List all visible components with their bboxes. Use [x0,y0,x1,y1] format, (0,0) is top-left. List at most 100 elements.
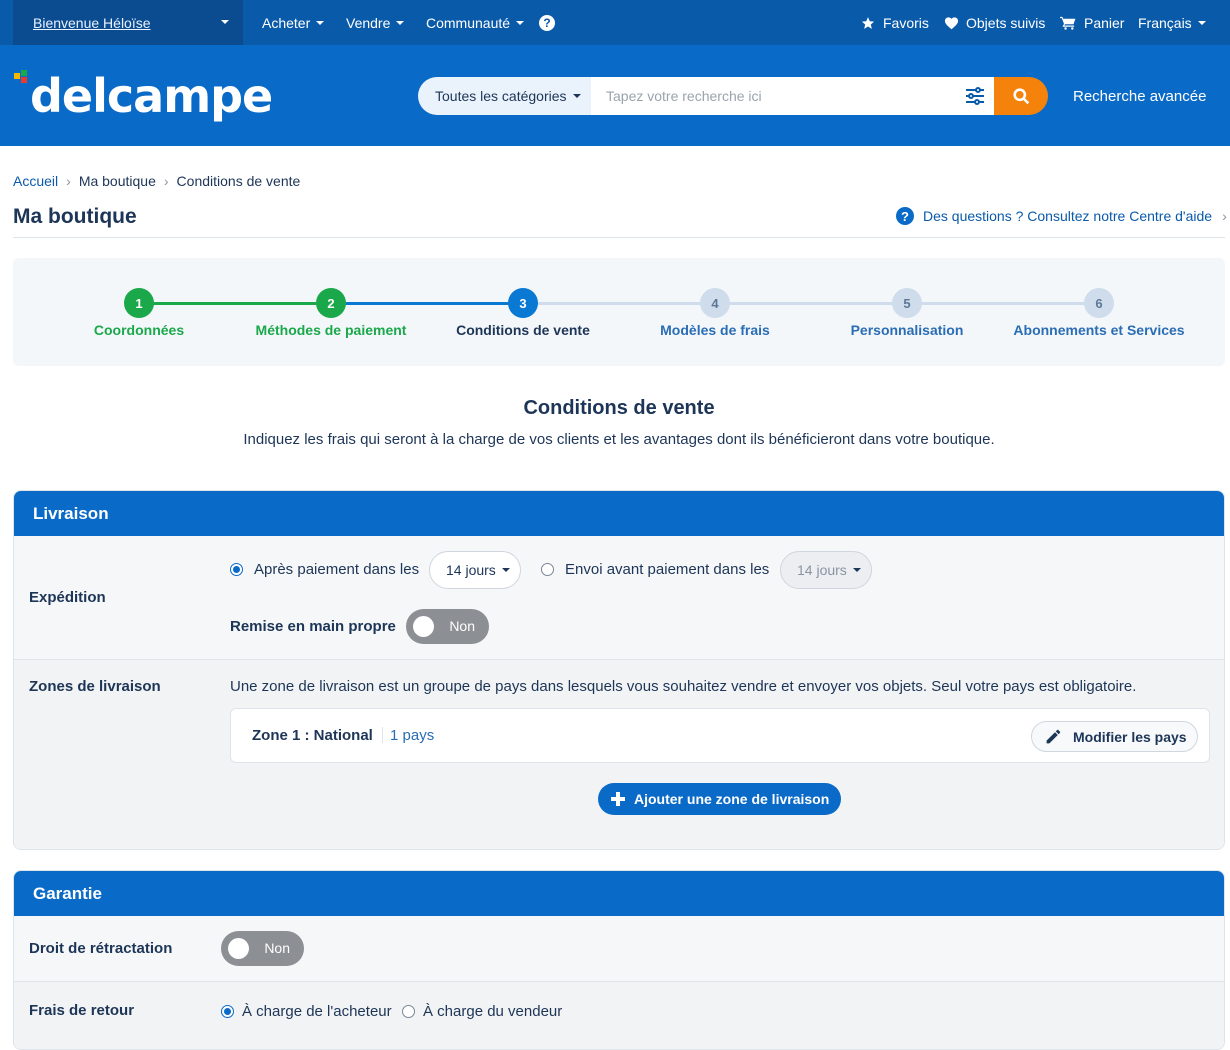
option-charge-vendeur[interactable]: À charge du vendeur [402,1003,562,1020]
logo-text: delcampe [30,69,273,123]
option-envoi-avant[interactable]: Envoi avant paiement dans les [541,561,769,578]
delay-select-2-value: 14 jours [797,562,847,578]
language-menu[interactable]: Français [1138,0,1206,45]
divider [13,237,1225,238]
option-charge-acheteur[interactable]: À charge de l'acheteur [221,1003,392,1020]
objets-suivis-link[interactable]: Objets suivis [944,0,1045,45]
chevron-down-icon [1197,20,1206,25]
radio-selected[interactable] [230,563,243,576]
radio-unselected[interactable] [402,1005,415,1018]
category-select-label: Toutes les catégories [435,88,567,104]
option-apres-paiement[interactable]: Après paiement dans les [230,561,419,578]
search-input[interactable]: Tapez votre recherche ici [591,77,994,115]
step-5-number: 5 [892,288,922,318]
option-charge-acheteur-label: À charge de l'acheteur [242,1003,392,1020]
modify-countries-label: Modifier les pays [1073,728,1187,745]
logo-square [14,73,20,79]
option-charge-vendeur-label: À charge du vendeur [423,1003,563,1020]
nav-label: Vendre [346,14,391,31]
step-1-label[interactable]: Coordonnées [39,322,239,338]
expedition-row: Expédition Après paiement dans les 14 jo… [14,536,1224,659]
question-icon: ? [896,207,914,225]
option-envoi-avant-label: Envoi avant paiement dans les [565,561,770,578]
help-center-link[interactable]: ? Des questions ? Consultez notre Centre… [896,207,1227,225]
help-icon: ? [539,14,555,31]
chevron-down-icon [852,568,861,572]
welcome-menu[interactable]: Bienvenue Héloïse [13,0,243,45]
radio-selected[interactable] [221,1005,234,1018]
favoris-link[interactable]: Favoris [861,0,929,45]
nav-communaute[interactable]: Communauté [426,0,525,45]
breadcrumb-accueil[interactable]: Accueil [13,173,58,189]
breadcrumb: Accueil › Ma boutique › Conditions de vente [13,173,300,189]
breadcrumb-separator-icon: › [163,173,169,189]
cart-icon [1060,16,1076,30]
delay-select-1[interactable]: 14 jours [429,551,521,589]
nav-acheter[interactable]: Acheter [262,0,325,45]
toggle-knob [413,616,434,637]
expedition-label: Expédition [29,589,106,606]
remise-toggle[interactable]: Non [406,609,489,644]
panier-link[interactable]: Panier [1060,0,1124,45]
search-icon [1012,87,1029,104]
step-2-number[interactable]: 2 [316,288,346,318]
delay-select-2: 14 jours [780,551,872,589]
step-connector [139,302,331,305]
page-title: Ma boutique [13,205,137,228]
welcome-text[interactable]: Bienvenue Héloïse [33,15,151,31]
livraison-title: Livraison [14,491,1224,536]
garantie-title: Garantie [14,871,1224,916]
help-button[interactable]: ? [539,0,555,45]
step-3-label: Conditions de vente [456,322,590,338]
frais-retour-label: Frais de retour [29,1002,135,1019]
toggle-knob [228,938,249,959]
option-apres-paiement-label: Après paiement dans les [254,561,420,578]
search-button[interactable] [994,77,1048,115]
breadcrumb-ma-boutique[interactable]: Ma boutique [79,173,156,189]
step-1-number[interactable]: 1 [124,288,154,318]
filter-icon[interactable] [965,87,985,105]
step-connector [523,302,1099,305]
section-subtitle: Indiquez les frais qui seront à la charg… [243,431,995,448]
chevron-down-icon [516,20,525,25]
logo-square [21,70,27,76]
zones-row: Zones de livraison Une zone de livraison… [14,660,1224,849]
logo-square [21,77,27,83]
radio-unselected[interactable] [541,563,554,576]
category-select[interactable]: Toutes les catégories [418,77,591,115]
search-bar: Toutes les catégories Tapez votre recher… [418,77,1048,115]
garantie-card: Garantie Droit de rétractation Non Frais… [13,870,1225,1050]
chevron-down-icon [572,94,581,98]
retractation-label: Droit de rétractation [29,940,173,957]
star-icon [861,16,875,29]
language-label: Français [1138,14,1192,31]
help-center-label: Des questions ? Consultez notre Centre d… [923,208,1213,224]
section-title: Conditions de vente [523,397,715,419]
chevron-down-icon [221,20,229,24]
step-4-number: 4 [700,288,730,318]
favoris-label: Favoris [883,14,929,31]
chevron-down-icon [316,20,325,25]
advanced-search-link[interactable]: Recherche avancée [1073,88,1206,105]
chevron-right-icon: › [1222,208,1227,224]
zone-country-count[interactable]: 1 pays [390,727,434,744]
zone-name: Zone 1 : National [252,727,373,744]
remise-label: Remise en main propre [230,618,396,635]
modify-countries-button[interactable]: Modifier les pays [1031,721,1198,752]
step-connector [331,302,523,305]
chevron-down-icon [501,568,510,572]
objets-suivis-label: Objets suivis [966,14,1046,31]
step-2-label[interactable]: Méthodes de paiement [231,322,431,338]
retractation-toggle[interactable]: Non [221,931,304,966]
top-bar: Bienvenue Héloïse Acheter Vendre Communa… [0,0,1230,45]
heart-icon [944,16,959,29]
pencil-icon [1046,729,1061,743]
zone-card: Zone 1 : National 1 pays Modifier les pa… [230,708,1210,763]
add-zone-button[interactable]: Ajouter une zone de livraison [598,783,841,815]
zones-description: Une zone de livraison est un groupe de p… [230,678,1137,695]
nav-vendre[interactable]: Vendre [346,0,405,45]
breadcrumb-separator-icon: › [66,173,71,189]
step-6-label: Abonnements et Services [1013,322,1185,338]
livraison-card: Livraison Expédition Après paiement dans… [13,490,1225,850]
step-3-number: 3 [508,288,538,318]
